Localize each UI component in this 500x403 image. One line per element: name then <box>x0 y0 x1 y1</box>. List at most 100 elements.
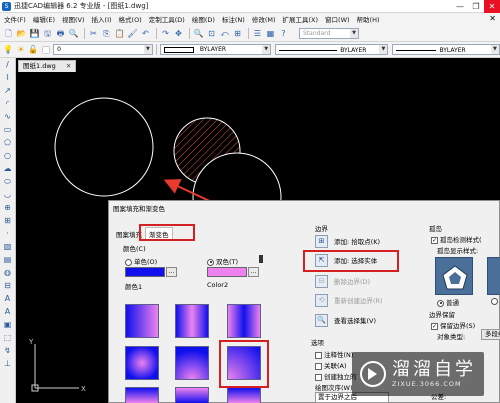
print-preview-icon[interactable]: 🔍 <box>68 28 79 39</box>
single-color-radio[interactable] <box>125 258 132 266</box>
dual-color-option[interactable]: 双色(T) <box>207 256 238 266</box>
save-as-icon[interactable]: 🖫 <box>42 28 53 39</box>
maximize-button[interactable]: ❐ <box>468 0 484 13</box>
gradient-pattern-hemispherical[interactable] <box>175 346 209 380</box>
save-icon[interactable]: 💾 <box>29 28 40 39</box>
island-normal-preview[interactable] <box>435 257 473 295</box>
ellipse-arc-icon[interactable]: ◡ <box>2 189 14 201</box>
menu-window[interactable]: 窗口(W) <box>325 14 350 24</box>
add-pick-points-button[interactable]: ⊞ 添加: 拾取点(K) <box>315 234 380 248</box>
gradient-pattern-inv-spherical[interactable] <box>125 387 159 403</box>
table-icon[interactable]: ⊟ <box>2 280 14 292</box>
layer-dropdown[interactable]: 0 ▼ <box>53 44 153 55</box>
menu-edit[interactable]: 编辑(E) <box>33 14 55 24</box>
text-style-dropdown[interactable]: Standard ▼ <box>299 27 359 39</box>
gradient-pattern-spherical[interactable] <box>125 346 159 380</box>
menu-dimension[interactable]: 标注(N) <box>222 14 245 24</box>
copy-icon[interactable]: ⎘ <box>101 28 112 39</box>
open-folder-icon[interactable]: 📂 <box>16 28 27 39</box>
revision-cloud-icon[interactable]: ☁ <box>2 163 14 175</box>
menu-view[interactable]: 视图(V) <box>62 14 85 24</box>
color2-more-button[interactable]: … <box>248 267 259 277</box>
document-tab[interactable]: 图纸1.dwg ✕ <box>18 60 77 72</box>
circle-icon[interactable]: ○ <box>2 150 14 162</box>
recreate-boundary-button[interactable]: ⟲ 重新创建边界(R) <box>315 293 383 307</box>
menu-custom-tools[interactable]: 定制工具(D) <box>149 14 185 24</box>
create-separate-checkbox[interactable] <box>315 373 322 381</box>
menu-format[interactable]: 格式(O) <box>119 14 142 24</box>
mtext-icon[interactable]: A <box>2 306 14 318</box>
new-file-icon[interactable]: 🗋 <box>3 28 14 39</box>
zoom-window-icon[interactable]: ⊡ <box>206 28 217 39</box>
document-close-icon[interactable]: ✕ <box>489 13 496 25</box>
axis-icon[interactable]: ↯ <box>2 345 14 357</box>
gradient-pattern-cylinder[interactable] <box>175 304 209 338</box>
close-button[interactable]: ✕ <box>484 0 500 13</box>
pan-icon[interactable]: ✥ <box>173 28 184 39</box>
redo-icon[interactable]: ↷ <box>160 28 171 39</box>
polygon-icon[interactable]: ⬠ <box>2 137 14 149</box>
layer-thaw-icon[interactable]: ☀ <box>16 44 27 55</box>
point-icon[interactable]: · <box>2 228 14 240</box>
color-dropdown[interactable]: BYLAYER ▼ <box>159 44 272 55</box>
island-normal-option[interactable]: 普通 <box>437 297 459 307</box>
associative-checkbox[interactable] <box>315 362 322 370</box>
design-center-icon[interactable]: ▦ <box>265 28 276 39</box>
menu-modify[interactable]: 修改(M) <box>252 14 276 24</box>
object-type-dropdown[interactable]: 多段线 <box>481 329 500 340</box>
island-detection-checkbox[interactable]: ✓ <box>431 236 438 244</box>
gradient-pattern-inv-curved[interactable] <box>227 387 261 403</box>
block-insert-icon[interactable]: ⊕ <box>2 202 14 214</box>
spline-icon[interactable]: ∿ <box>2 111 14 123</box>
dual-color-radio[interactable] <box>207 258 214 266</box>
island-outer-radio[interactable] <box>491 297 498 305</box>
linetype-dropdown[interactable]: BYLAYER ▼ <box>275 44 389 55</box>
island-detection-option[interactable]: ✓ 孤岛检测样式( <box>431 234 482 244</box>
menu-insert[interactable]: 插入(I) <box>92 14 112 24</box>
gradient-pattern-linear[interactable] <box>125 304 159 338</box>
menu-extended-tools[interactable]: 扩展工具(X) <box>283 14 319 24</box>
color2-swatch[interactable] <box>207 267 247 277</box>
zoom-previous-icon[interactable]: ⤺ <box>219 28 230 39</box>
retain-boundaries-checkbox[interactable]: ✓ <box>431 322 438 330</box>
shade-tint-slider[interactable] <box>259 255 263 263</box>
color1-swatch[interactable] <box>125 267 165 277</box>
make-block-icon[interactable]: ⊞ <box>2 215 14 227</box>
polyline-icon[interactable]: ⌇ <box>2 72 14 84</box>
color1-more-button[interactable]: … <box>166 267 177 277</box>
menu-help[interactable]: 帮助(H) <box>357 14 380 24</box>
layer-on-icon[interactable]: 💡 <box>3 44 14 55</box>
annotative-option[interactable]: 注释性(N) <box>315 349 353 359</box>
undo-icon[interactable]: ↶ <box>140 28 151 39</box>
gradient-icon[interactable]: ▤ <box>2 254 14 266</box>
create-separate-option[interactable]: 创建独立的 <box>315 371 357 381</box>
ellipse-icon[interactable]: ⬭ <box>2 176 14 188</box>
arc-icon[interactable]: ◜ <box>2 98 14 110</box>
menu-draw[interactable]: 绘图(D) <box>192 14 215 24</box>
match-properties-icon[interactable]: 🖌 <box>127 28 138 39</box>
region-icon[interactable]: ◍ <box>2 267 14 279</box>
menu-file[interactable]: 文件(F) <box>4 14 26 24</box>
help-icon[interactable]: ? <box>278 28 289 39</box>
properties-icon[interactable]: ☰ <box>252 28 263 39</box>
single-color-option[interactable]: 单色(O) <box>125 256 157 266</box>
layer-unlock-icon[interactable]: 🔓 <box>28 44 39 55</box>
view-selections-button[interactable]: 🔍 查看选择集(V) <box>315 313 376 327</box>
gradient-pattern-inv-cylinder[interactable] <box>227 304 261 338</box>
annotative-checkbox[interactable] <box>315 351 322 359</box>
text-icon[interactable]: A <box>2 293 14 305</box>
zoom-realtime-icon[interactable]: 🔍 <box>193 28 204 39</box>
hatch-icon[interactable]: ▧ <box>2 241 14 253</box>
insert-image-icon[interactable]: ▣ <box>2 319 14 331</box>
circle-entity[interactable] <box>54 97 154 197</box>
island-normal-radio[interactable] <box>437 299 444 307</box>
cut-icon[interactable]: ✂ <box>88 28 99 39</box>
close-icon[interactable]: ✕ <box>66 62 71 70</box>
island-outer-option[interactable] <box>491 297 500 305</box>
minimize-button[interactable]: — <box>452 0 468 13</box>
layer-color-icon[interactable]: ■ <box>41 44 52 55</box>
associative-option[interactable]: 关联(A) <box>315 360 347 370</box>
rectangle-icon[interactable]: ▭ <box>2 124 14 136</box>
remove-boundaries-button[interactable]: ⊟ 删除边界(D) <box>315 274 370 288</box>
line-icon[interactable]: / <box>2 59 14 71</box>
